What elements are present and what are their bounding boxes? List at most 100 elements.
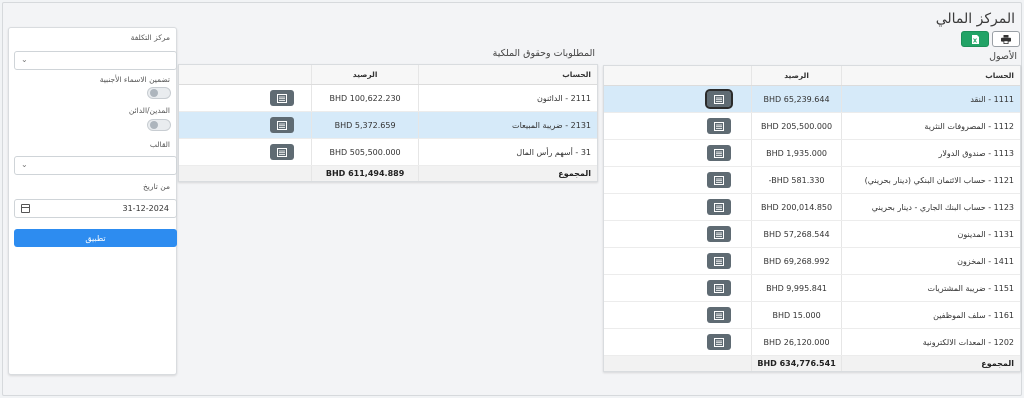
assets-col-actions [604, 66, 751, 85]
template-select[interactable]: ⌄ [14, 156, 177, 175]
assets-title: الأصول [989, 51, 1017, 62]
account-cell: 1123 - حساب البنك الجاري - دينار بحريني [840, 194, 1020, 220]
action-cell [604, 194, 751, 220]
account-cell: 1113 - صندوق الدولار [840, 140, 1020, 166]
action-cell [179, 85, 311, 111]
balance-cell: BHD 65,239.644 [751, 86, 841, 112]
action-cell [179, 139, 311, 165]
balance-cell: BHD 5,372.659 [311, 112, 417, 138]
table-row: 2131 - ضريبة المبيعات BHD 5,372.659 [179, 112, 597, 139]
cost-center-select[interactable]: ⌄ [14, 51, 177, 70]
view-details-icon [714, 121, 725, 131]
table-row: 1121 - حساب الائتمان البنكي (دينار بحرين… [604, 167, 1020, 194]
balance-cell: BHD 505,500.000 [311, 139, 417, 165]
table-row: 2111 - الدائنون BHD 100,622.230 [179, 85, 597, 112]
action-cell [604, 113, 751, 139]
filter-panel: مركز التكلفة ⌄ تضمين الاسماء الأجنبية ال… [8, 27, 177, 375]
view-details-icon [714, 148, 725, 158]
balance-cell: BHD 100,622.230 [311, 85, 417, 111]
printer-icon [1001, 34, 1011, 44]
table-row: 1111 - النقد BHD 65,239.644 [604, 86, 1020, 113]
action-cell [604, 221, 751, 247]
from-date-value: 31-12-2024 [122, 204, 170, 213]
table-row: 1131 - المدينون BHD 57,268.544 [604, 221, 1020, 248]
excel-file-icon [971, 34, 979, 44]
action-cell [604, 275, 751, 301]
assets-total-label: المجموع [840, 356, 1020, 371]
balance-cell: -BHD 581.330 [751, 167, 841, 193]
export-excel-button[interactable] [961, 31, 989, 47]
table-row: 1151 - ضريبة المشتريات BHD 9,995.841 [604, 275, 1020, 302]
action-cell [604, 167, 751, 193]
liabilities-col-account: الحساب [417, 65, 597, 84]
account-cell: 2131 - ضريبة المبيعات [417, 112, 597, 138]
liabilities-total-row: المجموع BHD 611,494.889 [179, 166, 597, 181]
foreign-names-label: تضمين الاسماء الأجنبية [99, 75, 170, 84]
cost-center-label: مركز التكلفة [130, 33, 170, 42]
assets-col-balance: الرصيد [751, 66, 841, 85]
debit-credit-toggle[interactable] [147, 119, 171, 131]
action-cell [604, 140, 751, 166]
account-cell: 1202 - المعدات الالكترونية [840, 329, 1020, 355]
view-details-icon [714, 283, 725, 293]
liabilities-total-label: المجموع [417, 166, 597, 181]
account-cell: 1411 - المخزون [840, 248, 1020, 274]
balance-cell: BHD 26,120.000 [751, 329, 841, 355]
assets-table-header: الحساب الرصيد [604, 66, 1020, 86]
from-date-field[interactable]: 31-12-2024 [14, 199, 177, 218]
apply-button[interactable]: تطبيق [14, 229, 177, 247]
view-details-button[interactable] [707, 253, 732, 269]
table-row: 1123 - حساب البنك الجاري - دينار بحريني B… [604, 194, 1020, 221]
view-details-button[interactable] [270, 117, 295, 133]
view-details-button[interactable] [707, 199, 732, 215]
action-cell [604, 329, 751, 355]
chevron-down-icon: ⌄ [21, 160, 28, 169]
print-button[interactable] [992, 31, 1020, 47]
liabilities-total-value: BHD 611,494.889 [311, 166, 417, 181]
account-cell: 2111 - الدائنون [417, 85, 597, 111]
view-details-button[interactable] [707, 118, 732, 134]
liabilities-table-header: الحساب الرصيد [179, 65, 597, 85]
view-details-icon [714, 94, 725, 104]
table-row: 1112 - المصروفات النثرية BHD 205,500.000 [604, 113, 1020, 140]
report-frame: المركز المالي الأصول المطلوبات وحقوق الم… [2, 2, 1022, 396]
action-cell [604, 86, 751, 112]
view-details-button[interactable] [707, 334, 732, 350]
account-cell: 1151 - ضريبة المشتريات [840, 275, 1020, 301]
from-date-label: من تاريخ [142, 182, 170, 191]
action-cell [604, 302, 751, 328]
view-details-button[interactable] [270, 144, 295, 160]
liabilities-col-balance: الرصيد [311, 65, 417, 84]
view-details-icon [714, 310, 725, 320]
view-details-button[interactable] [707, 226, 732, 242]
view-details-button[interactable] [705, 89, 734, 109]
table-row: 31 - أسهم رأس المال BHD 505,500.000 [179, 139, 597, 166]
account-cell: 1161 - سلف الموظفين [840, 302, 1020, 328]
view-details-button[interactable] [707, 280, 732, 296]
assets-table: الحساب الرصيد 1111 - النقد BHD 65,239.644… [603, 65, 1021, 372]
account-cell: 31 - أسهم رأس المال [417, 139, 597, 165]
view-details-icon [277, 93, 288, 103]
table-row: 1161 - سلف الموظفين BHD 15.000 [604, 302, 1020, 329]
view-details-button[interactable] [707, 307, 732, 323]
view-details-button[interactable] [707, 145, 732, 161]
table-row: 1113 - صندوق الدولار BHD 1,935.000 [604, 140, 1020, 167]
account-cell: 1111 - النقد [840, 86, 1020, 112]
view-details-icon [714, 175, 725, 185]
table-row: 1411 - المخزون BHD 69,268.992 [604, 248, 1020, 275]
liabilities-title: المطلوبات وحقوق الملكية [492, 48, 595, 59]
view-details-icon [714, 256, 725, 266]
balance-cell: BHD 9,995.841 [751, 275, 841, 301]
debit-credit-label: المدين/الدائن [128, 106, 170, 115]
table-row: 1202 - المعدات الالكترونية BHD 26,120.000 [604, 329, 1020, 356]
chevron-down-icon: ⌄ [21, 55, 28, 64]
balance-cell: BHD 57,268.544 [751, 221, 841, 247]
liabilities-table: الحساب الرصيد 2111 - الدائنون BHD 100,622… [178, 64, 598, 182]
view-details-button[interactable] [270, 90, 295, 106]
balance-cell: BHD 15.000 [751, 302, 841, 328]
view-details-button[interactable] [707, 172, 732, 188]
foreign-names-toggle[interactable] [147, 87, 171, 99]
action-cell [179, 112, 311, 138]
calendar-icon [21, 204, 30, 213]
view-details-icon [714, 337, 725, 347]
